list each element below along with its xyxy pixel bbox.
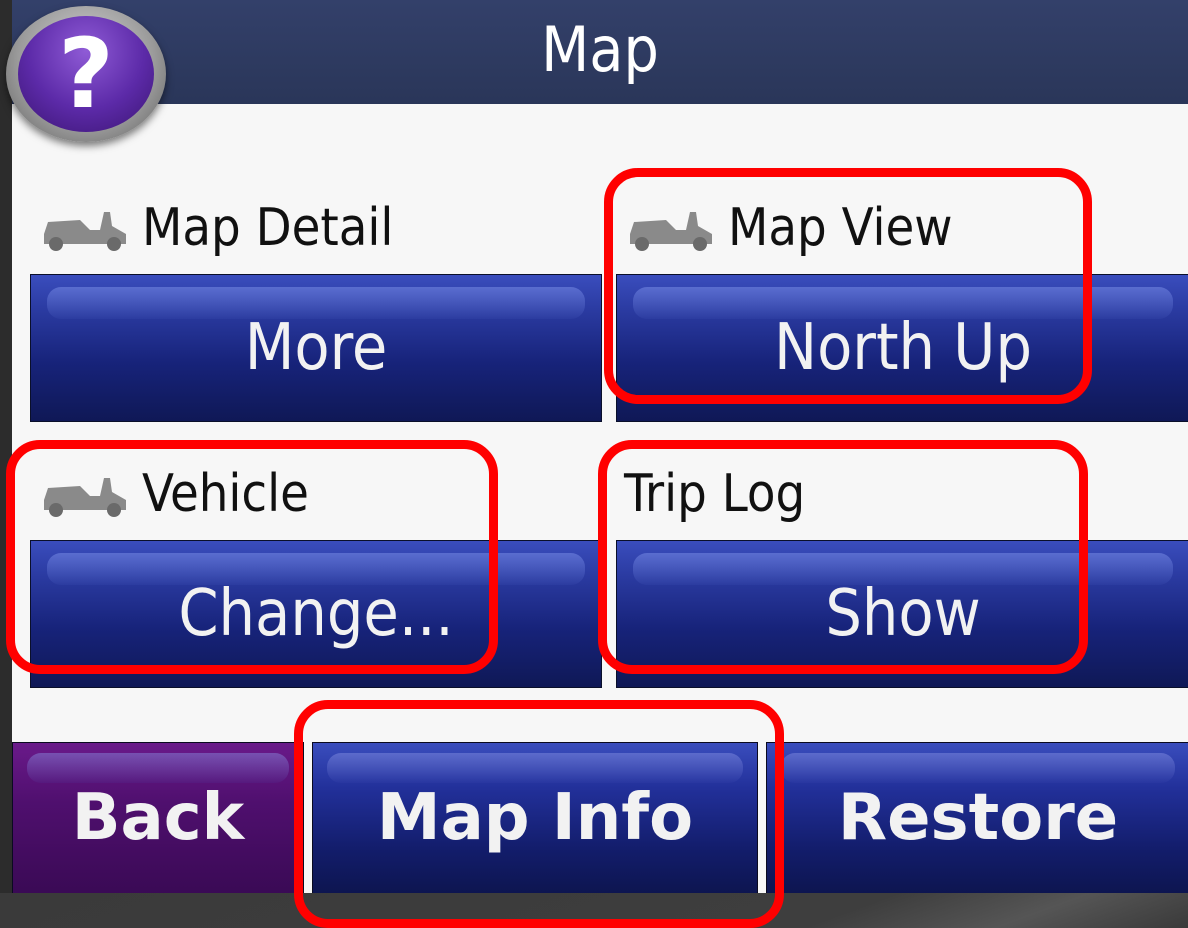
setting-label-text: Trip Log: [624, 464, 806, 524]
button-gloss: [781, 753, 1175, 783]
motorcycle-icon: [630, 212, 712, 251]
trip-log-button[interactable]: Show: [616, 540, 1188, 688]
setting-label-vehicle: Vehicle: [40, 462, 309, 526]
page-title: Map: [541, 13, 659, 86]
device-screen: Map Map Detail More Map View North Up Ve…: [12, 0, 1188, 893]
button-gloss: [327, 753, 743, 783]
map-info-button-label: Map Info: [376, 781, 694, 855]
setting-label-map-detail: Map Detail: [40, 196, 393, 260]
button-gloss: [27, 753, 289, 783]
map-view-value: North Up: [774, 311, 1032, 385]
title-bar: Map: [12, 0, 1188, 104]
map-detail-value: More: [244, 311, 388, 385]
back-button[interactable]: Back: [12, 742, 304, 893]
motorcycle-icon: [44, 212, 126, 251]
setting-label-text: Vehicle: [142, 464, 309, 524]
setting-label-text: Map Detail: [142, 198, 394, 258]
setting-label-text: Map View: [728, 198, 953, 258]
map-detail-button[interactable]: More: [30, 274, 602, 422]
trip-log-value: Show: [825, 577, 981, 651]
setting-label-map-view: Map View: [626, 196, 953, 260]
help-icon: ?: [18, 16, 154, 132]
vehicle-change-button[interactable]: Change...: [30, 540, 602, 688]
restore-button[interactable]: Restore: [766, 742, 1188, 893]
map-view-button[interactable]: North Up: [616, 274, 1188, 422]
vehicle-value: Change...: [178, 577, 454, 651]
help-button[interactable]: ?: [6, 6, 166, 142]
setting-label-trip-log: Trip Log: [624, 462, 805, 526]
device-bezel-bottom: [0, 893, 1188, 928]
device-bezel-left: [0, 0, 12, 928]
motorcycle-icon: [44, 478, 126, 517]
map-info-button[interactable]: Map Info: [312, 742, 758, 893]
restore-button-label: Restore: [837, 781, 1119, 855]
back-button-label: Back: [71, 781, 245, 855]
